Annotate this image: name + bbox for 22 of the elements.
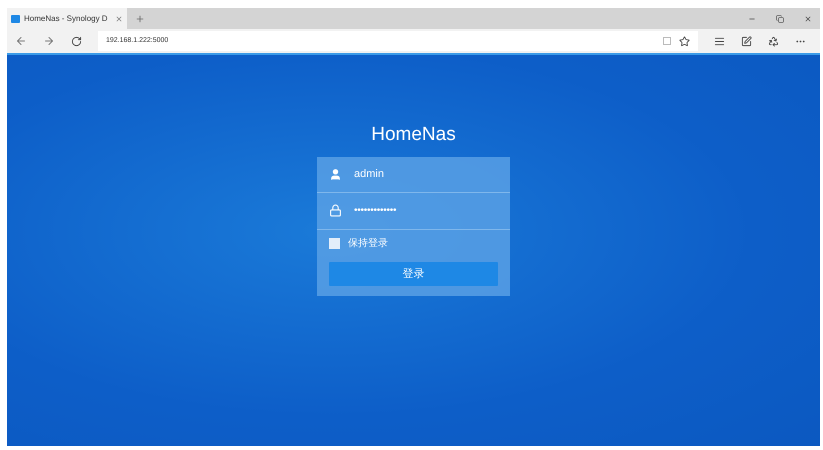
refresh-icon[interactable] bbox=[71, 36, 82, 46]
username-text: admin bbox=[354, 166, 384, 182]
username-field[interactable]: admin bbox=[317, 156, 510, 192]
star-icon[interactable] bbox=[679, 36, 690, 46]
remember-checkbox[interactable] bbox=[329, 238, 340, 249]
login-title: HomeNas bbox=[371, 123, 456, 147]
back-arrow-icon[interactable] bbox=[15, 35, 27, 47]
password-text: ••••••••••••• bbox=[354, 204, 396, 218]
forward-arrow-icon[interactable] bbox=[43, 35, 55, 47]
close-icon[interactable] bbox=[115, 14, 123, 22]
login-button[interactable]: 登录 bbox=[329, 262, 498, 286]
tab-title: HomeNas - Synology D bbox=[24, 12, 108, 24]
remember-label: 保持登录 bbox=[348, 236, 388, 251]
password-field[interactable]: ••••••••••••• bbox=[317, 192, 510, 230]
site-icon bbox=[11, 14, 20, 22]
note-icon[interactable] bbox=[741, 36, 752, 46]
restore-icon[interactable] bbox=[776, 14, 784, 22]
new-tab-icon[interactable] bbox=[135, 14, 145, 24]
browser-tab[interactable]: HomeNas - Synology D bbox=[7, 8, 127, 29]
user-icon bbox=[329, 168, 342, 180]
close-icon[interactable] bbox=[804, 14, 812, 22]
lock-icon bbox=[329, 204, 342, 217]
